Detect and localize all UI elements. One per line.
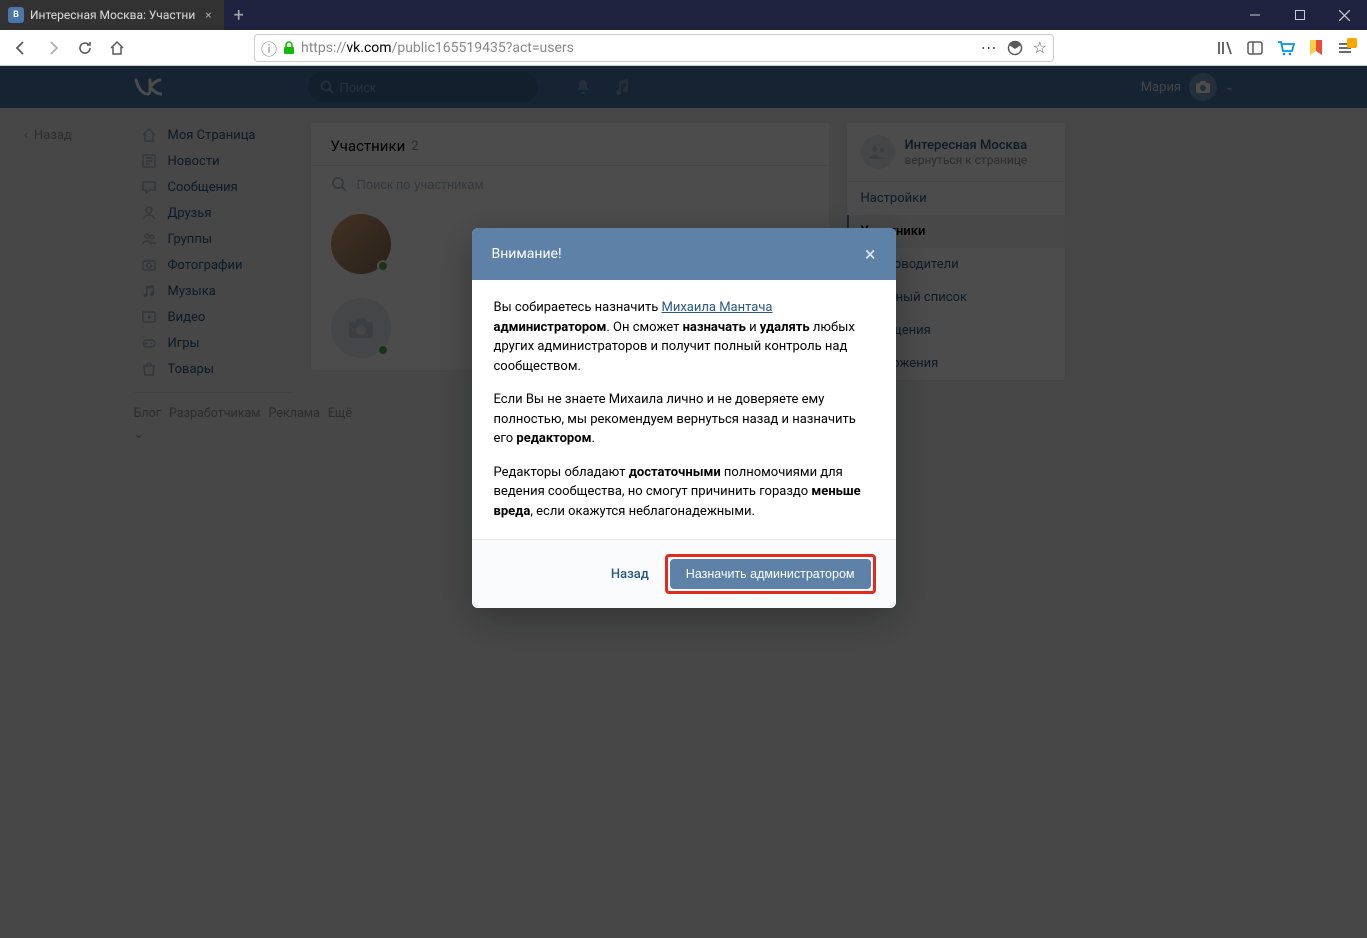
modal-back-button[interactable]: Назад	[611, 567, 649, 582]
nav-back-button[interactable]	[6, 33, 36, 63]
modal-paragraph-1: Вы собираетесь назначить Михаила Мантача…	[494, 298, 874, 376]
highlight-frame: Назначить администратором	[665, 554, 876, 594]
site-info-icon[interactable]: ⓘ	[261, 36, 277, 60]
menu-icon[interactable]	[1337, 40, 1353, 56]
modal-body: Вы собираетесь назначить Михаила Мантача…	[472, 280, 896, 539]
cart-icon[interactable]	[1277, 40, 1295, 56]
window-close-button[interactable]	[1322, 0, 1367, 30]
new-tab-button[interactable]: +	[224, 0, 254, 30]
browser-titlebar: B Интересная Москва: Участни × +	[0, 0, 1367, 30]
url-text: https://vk.com/public165519435?act=users	[301, 40, 975, 56]
browser-toolbar: ⓘ https://vk.com/public165519435?act=use…	[0, 30, 1367, 66]
library-icon[interactable]	[1217, 40, 1233, 56]
window-maximize-button[interactable]	[1277, 0, 1322, 30]
warning-modal: Внимание! × Вы собираетесь назначить Мих…	[472, 228, 896, 608]
pocket-icon[interactable]	[1007, 40, 1023, 56]
modal-footer: Назад Назначить администратором	[472, 539, 896, 608]
lock-icon	[283, 41, 295, 55]
user-link[interactable]: Михаила Мантача	[662, 300, 773, 315]
url-bar[interactable]: ⓘ https://vk.com/public165519435?act=use…	[254, 34, 1054, 62]
modal-paragraph-3: Редакторы обладают достаточными полномоч…	[494, 463, 874, 522]
bookmark-star-icon[interactable]: ☆	[1033, 38, 1047, 57]
page-actions-icon[interactable]: ⋯	[981, 38, 997, 57]
browser-tab[interactable]: B Интересная Москва: Участни ×	[0, 0, 224, 30]
confirm-admin-button[interactable]: Назначить администратором	[670, 559, 871, 589]
sidebar-toggle-icon[interactable]	[1247, 40, 1263, 56]
modal-close-icon[interactable]: ×	[865, 242, 876, 266]
flag-icon[interactable]	[1309, 40, 1323, 56]
nav-forward-button[interactable]	[38, 33, 68, 63]
close-tab-icon[interactable]: ×	[201, 8, 215, 22]
modal-overlay[interactable]: Внимание! × Вы собираетесь назначить Мих…	[0, 66, 1367, 938]
modal-paragraph-2: Если Вы не знаете Михаила лично и не дов…	[494, 390, 874, 449]
vk-favicon-icon: B	[8, 7, 24, 23]
nav-reload-button[interactable]	[70, 33, 100, 63]
window-minimize-button[interactable]	[1232, 0, 1277, 30]
modal-header: Внимание! ×	[472, 228, 896, 280]
nav-home-button[interactable]	[102, 33, 132, 63]
tab-title: Интересная Москва: Участни	[30, 8, 195, 22]
modal-title: Внимание!	[492, 246, 562, 262]
